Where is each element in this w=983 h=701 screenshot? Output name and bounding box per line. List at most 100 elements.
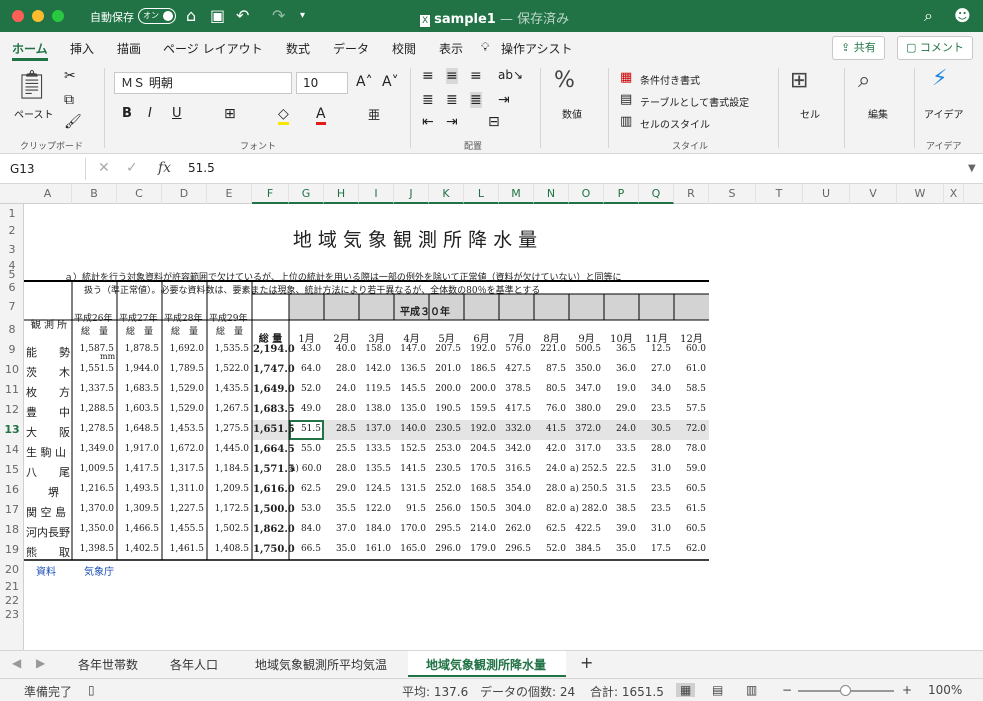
data-cell[interactable]: 1,288.5 (73, 404, 114, 414)
data-cell[interactable]: 1,349.0 (73, 444, 114, 454)
data-cell[interactable]: 1,408.5 (208, 544, 249, 554)
data-cell[interactable]: 1,402.5 (118, 544, 159, 554)
data-cell[interactable]: 1,500.0 (253, 504, 295, 515)
formula-input[interactable]: 51.5 (188, 161, 215, 175)
header-month[interactable]: 1月 (289, 330, 324, 345)
data-cell[interactable]: 427.5 (500, 364, 531, 374)
header-year-total[interactable]: 総 量 (74, 324, 115, 337)
source-name[interactable]: 気象庁 (84, 563, 114, 578)
data-cell[interactable]: 25.5 (325, 444, 356, 454)
data-cell[interactable]: 170.0 (395, 524, 426, 534)
data-cell[interactable]: 1,502.5 (208, 524, 249, 534)
data-cell[interactable]: 30.5 (640, 424, 671, 434)
data-cell[interactable]: 1,172.5 (208, 504, 249, 514)
cells-button[interactable]: セル (800, 106, 820, 121)
data-cell[interactable]: 332.0 (500, 424, 531, 434)
data-cell[interactable]: 1,337.5 (73, 384, 114, 394)
data-cell[interactable]: 1,209.5 (208, 484, 249, 494)
increase-indent-icon[interactable]: ⇥ (446, 114, 458, 130)
data-cell[interactable]: 1,311.0 (163, 484, 204, 494)
data-cell[interactable]: 1,317.5 (163, 464, 204, 474)
data-cell[interactable]: 1,435.5 (208, 384, 249, 394)
merge-icon[interactable]: ⊟ (488, 114, 500, 130)
data-cell[interactable]: 62.0 (675, 544, 706, 554)
data-cell[interactable]: 61.0 (675, 364, 706, 374)
share-button[interactable]: ⇪ 共有 (832, 36, 885, 60)
data-cell[interactable]: 23.5 (640, 404, 671, 414)
data-cell[interactable]: 317.0 (570, 444, 601, 454)
note-line-2[interactable]: 扱う（準正常値）。必要な資料数は、要素または現象、統計方法により若干異なるが、全… (84, 283, 540, 296)
data-cell[interactable]: 28.0 (325, 464, 356, 474)
data-cell[interactable]: 152.5 (395, 444, 426, 454)
font-color-icon[interactable]: A (316, 106, 326, 125)
data-cell[interactable]: 252.0 (430, 484, 461, 494)
data-cell[interactable]: 35.0 (605, 544, 636, 554)
data-cell[interactable]: 230.5 (430, 424, 461, 434)
editing-search-icon[interactable]: ⌕ (858, 68, 870, 93)
data-cell[interactable]: 60.0 (675, 344, 706, 354)
data-cell[interactable]: 296.5 (500, 544, 531, 554)
data-cell[interactable]: 82.0 (535, 504, 566, 514)
data-cell[interactable]: 417.5 (500, 404, 531, 414)
data-cell[interactable]: 39.0 (605, 524, 636, 534)
data-cell[interactable]: 1,445.0 (208, 444, 249, 454)
customize-icon[interactable]: ▾ (300, 10, 305, 21)
data-cell[interactable]: 137.0 (360, 424, 391, 434)
data-cell[interactable]: 27.0 (640, 364, 671, 374)
data-cell[interactable]: 1,616.0 (253, 484, 295, 495)
station-name[interactable]: 堺 (26, 484, 59, 500)
comment-button[interactable]: ▢ コメント (897, 36, 973, 60)
data-cell[interactable]: 253.0 (430, 444, 461, 454)
sheet-tab-population[interactable]: 各年人口 (170, 656, 218, 673)
station-name[interactable]: 熊 取 (26, 544, 70, 560)
data-cell[interactable]: 1,529.0 (163, 404, 204, 414)
data-cell[interactable]: a) 282.0 (570, 504, 608, 514)
data-cell[interactable]: 31.5 (605, 484, 636, 494)
header-year-total[interactable]: 総 量 (164, 324, 205, 337)
station-name[interactable]: 八 尾 (26, 464, 70, 480)
data-cell[interactable]: 31.0 (640, 464, 671, 474)
data-cell[interactable]: 53.0 (290, 504, 321, 514)
orientation-icon[interactable]: ab↘ (498, 68, 523, 82)
data-cell[interactable]: 24.0 (325, 384, 356, 394)
data-cell[interactable]: 29.0 (605, 404, 636, 414)
header-year[interactable]: 平成27年 (119, 311, 157, 324)
data-cell[interactable]: 230.5 (430, 464, 461, 474)
data-cell[interactable]: 201.0 (430, 364, 461, 374)
note-line-1[interactable]: ａ）統計を行う対象資料が許容範囲で欠けているが、上位の統計を用いる際は一部の例外… (64, 270, 622, 283)
data-cell[interactable]: 256.0 (430, 504, 461, 514)
data-cell[interactable]: 161.0 (360, 544, 391, 554)
data-cell[interactable]: 1,649.0 (253, 384, 295, 395)
data-cell[interactable]: 1,551.5 (73, 364, 114, 374)
station-name[interactable]: 能 勢 (26, 344, 70, 360)
data-cell[interactable]: 119.5 (360, 384, 391, 394)
data-cell[interactable]: 1,571.5 (253, 464, 295, 475)
save-icon[interactable]: ▣ (210, 6, 225, 25)
station-name[interactable]: 生 駒 山 (26, 444, 66, 460)
data-cell[interactable]: 1,453.5 (163, 424, 204, 434)
name-box[interactable]: G13 (4, 158, 86, 180)
data-cell[interactable]: 192.0 (465, 344, 496, 354)
data-cell[interactable]: 41.5 (535, 424, 566, 434)
bold-icon[interactable]: B (122, 106, 132, 121)
font-size-select[interactable]: 10 (296, 72, 348, 94)
data-cell[interactable]: 28.0 (535, 484, 566, 494)
home-icon[interactable]: ⌂ (186, 6, 196, 25)
header-year[interactable]: 平成29年 (209, 311, 247, 324)
account-icon[interactable]: ☻ (954, 6, 971, 25)
data-cell[interactable]: 49.0 (290, 404, 321, 414)
header-year[interactable]: 平成26年 (74, 311, 112, 324)
decrease-indent-icon[interactable]: ⇤ (422, 114, 434, 130)
data-cell[interactable]: 1,529.0 (163, 384, 204, 394)
border-icon[interactable]: ⊞ (224, 106, 236, 122)
data-cell[interactable]: 150.5 (465, 504, 496, 514)
data-cell[interactable]: 55.0 (290, 444, 321, 454)
data-cell[interactable]: 1,944.0 (118, 364, 159, 374)
data-cell[interactable]: 84.0 (290, 524, 321, 534)
data-cell[interactable]: 133.5 (360, 444, 391, 454)
data-cell[interactable]: 145.5 (395, 384, 426, 394)
data-cell[interactable]: 1,350.0 (73, 524, 114, 534)
header-year-total[interactable]: 総 量 (209, 324, 250, 337)
data-cell[interactable]: 142.0 (360, 364, 391, 374)
data-cell[interactable]: a) 252.5 (570, 464, 608, 474)
